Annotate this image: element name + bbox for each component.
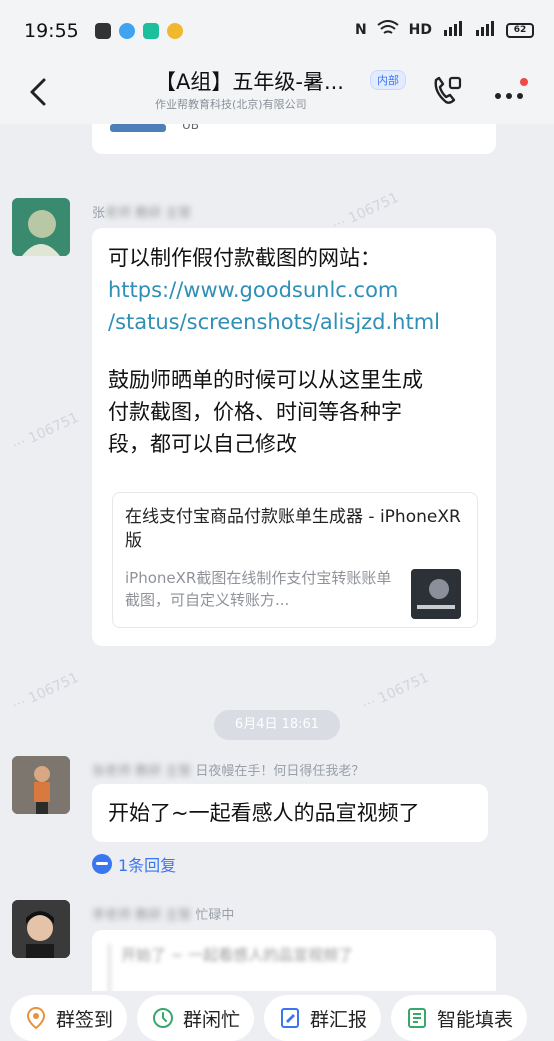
- sender-name: 李老师 教研 主管 忙碌中: [92, 904, 234, 923]
- avatar[interactable]: [12, 900, 70, 958]
- clock-icon: [153, 1008, 174, 1028]
- link-preview-title: 在线支付宝商品付款账单生成器 - iPhoneXR版: [125, 507, 461, 551]
- notification-dot: [520, 78, 528, 86]
- timestamp-pill: 6月4日 18:61: [214, 710, 340, 740]
- previous-message-text: UB: [182, 124, 200, 132]
- toolbar-report-button[interactable]: 群汇报: [264, 995, 382, 1041]
- message-text: 开始了~一起看感人的品宣视频了: [108, 801, 420, 825]
- location-pin-icon: [26, 1006, 46, 1030]
- previous-message-bubble[interactable]: UB: [92, 124, 496, 154]
- message-text: 段，都可以自己修改: [108, 432, 297, 456]
- chat-title: 【A组】五年级-暑...: [155, 70, 344, 94]
- link-preview-description: iPhoneXR截图在线制作支付宝转账账单截图，可自定义转账方...: [125, 569, 392, 609]
- chat-area[interactable]: ··· 106751 ··· 106751 ··· 106751 ··· 106…: [0, 124, 554, 991]
- message-text: 鼓励师晒单的时候可以从这里生成: [108, 368, 423, 392]
- message-bubble[interactable]: 可以制作假付款截图的网站： https://www.goodsunlc.com …: [92, 228, 496, 646]
- app-yellow-icon: [166, 23, 183, 39]
- app-green-icon: [142, 23, 159, 39]
- form-icon: [408, 1008, 427, 1028]
- message-bubble[interactable]: 开始了 ~ 一起看感人的品宣视频了: [92, 930, 496, 991]
- chat-subtitle: 作业帮教育科技(北京)有限公司: [155, 98, 307, 111]
- back-button[interactable]: [24, 74, 56, 110]
- more-button[interactable]: [490, 76, 530, 106]
- status-bar: 19:55 N HD 62: [0, 0, 554, 62]
- toolbar-label: 群闲忙: [183, 1008, 241, 1031]
- toolbar-label: 群签到: [56, 1008, 114, 1031]
- watermark: ··· 106751: [9, 669, 82, 715]
- link-preview-card[interactable]: 在线支付宝商品付款账单生成器 - iPhoneXR版 iPhoneXR截图在线制…: [112, 492, 478, 628]
- message-text: 付款截图，价格、时间等各种字: [108, 400, 402, 424]
- report-icon: [281, 1008, 300, 1028]
- avatar[interactable]: [12, 756, 70, 814]
- message-link[interactable]: https://www.goodsunlc.com: [108, 274, 480, 306]
- toolbar-checkin-button[interactable]: 群签到: [10, 995, 128, 1041]
- avatar[interactable]: [12, 198, 70, 256]
- app-k-icon: [94, 23, 111, 39]
- reply-count-link[interactable]: 1条回复: [92, 852, 176, 876]
- reply-count-label: 1条回复: [118, 856, 177, 875]
- sender-name: 张老师 教研 主管: [92, 202, 191, 221]
- signal-2-icon: [474, 20, 496, 40]
- toolbar-form-button[interactable]: 智能填表: [391, 995, 528, 1041]
- signal-1-icon: [442, 20, 464, 40]
- battery-icon: 62: [506, 22, 534, 38]
- toolbar-busy-button[interactable]: 群闲忙: [137, 995, 255, 1041]
- watermark: ··· 106751: [9, 409, 82, 455]
- message-text: 可以制作假付款截图的网站：: [108, 246, 381, 270]
- watermark: ··· 106751: [359, 669, 432, 715]
- quoted-message: 开始了 ~ 一起看感人的品宣视频了: [108, 944, 480, 991]
- group-toolbar: 群签到 群闲忙 群汇报 智能填表: [0, 991, 554, 1041]
- avatar-image: [12, 198, 70, 256]
- app-qq-icon: [118, 23, 135, 39]
- sender-blurred: 李老师 教研 主管: [92, 908, 192, 923]
- message-link[interactable]: /status/screenshots/alisjzd.html: [108, 306, 480, 338]
- sender-status: 忙碌中: [195, 908, 235, 923]
- battery-level: 62: [513, 25, 527, 35]
- toolbar-label: 群汇报: [310, 1008, 368, 1031]
- phone-video-icon: [434, 76, 462, 104]
- reply-icon: [92, 854, 112, 874]
- wifi-icon: [377, 20, 399, 40]
- message-bubble[interactable]: 开始了~一起看感人的品宣视频了: [92, 784, 488, 842]
- status-app-icons: [94, 23, 183, 39]
- nfc-icon: N: [354, 22, 367, 38]
- previous-attachment-bar: [110, 124, 166, 132]
- status-indicators: N HD 62: [355, 20, 534, 40]
- sender-visible-name: 张: [92, 206, 106, 221]
- status-time: 19:55: [24, 20, 79, 42]
- internal-badge: 内部: [370, 70, 406, 90]
- hd-badge: HD: [408, 22, 432, 38]
- toolbar-label: 智能填表: [437, 1008, 514, 1031]
- sender-signature: 日夜幔在手！何日得任我老？: [195, 764, 365, 779]
- sender-blurred: 老师 教研 主管: [105, 206, 192, 221]
- call-button[interactable]: [428, 72, 466, 110]
- avatar-image: [12, 900, 70, 958]
- sender-name: 张老师 教研 主管 日夜幔在手！何日得任我老？: [92, 760, 364, 779]
- chevron-left-icon: [30, 78, 46, 106]
- chat-header: 【A组】五年级-暑... 内部 作业帮教育科技(北京)有限公司: [0, 62, 554, 124]
- sender-blurred: 张老师 教研 主管: [92, 764, 192, 779]
- avatar-image: [12, 756, 70, 814]
- link-preview-thumbnail: [411, 569, 461, 619]
